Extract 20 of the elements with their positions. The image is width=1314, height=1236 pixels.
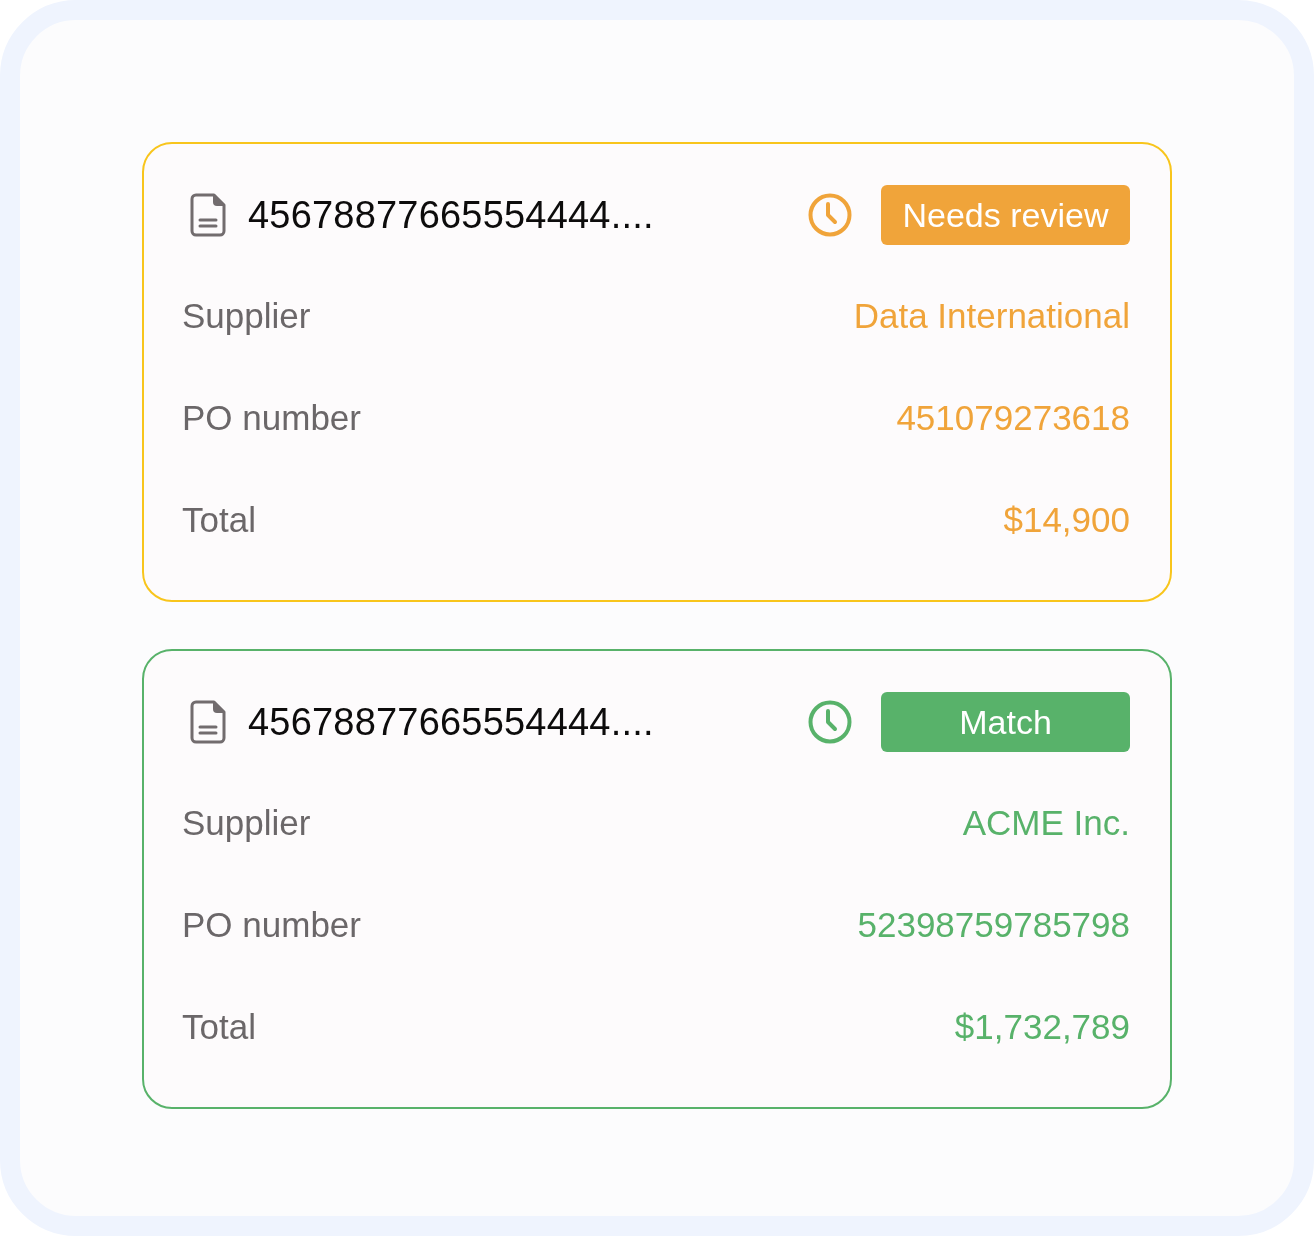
clock-icon — [808, 700, 852, 744]
field-value: Data International — [853, 296, 1130, 336]
field-label: Total — [182, 500, 256, 540]
field-label: Total — [182, 1007, 256, 1047]
field-value: $14,900 — [1003, 500, 1130, 540]
field-label: PO number — [182, 398, 361, 438]
status-badge: Needs review — [881, 185, 1130, 245]
document-number: 45678877665554444.... — [248, 700, 655, 744]
field-value: 451079273618 — [896, 398, 1130, 438]
field-label: Supplier — [182, 803, 311, 843]
status-badge: Match — [881, 692, 1130, 752]
clock-icon — [808, 193, 852, 237]
field-label: PO number — [182, 905, 361, 945]
field-value: 52398759785798 — [857, 905, 1130, 945]
field-value: $1,732,789 — [954, 1007, 1130, 1047]
field-value: ACME Inc. — [962, 803, 1130, 843]
field-label: Supplier — [182, 296, 311, 336]
document-number: 45678877665554444.... — [248, 193, 655, 237]
document-icon — [190, 193, 226, 237]
document-icon — [190, 700, 226, 744]
